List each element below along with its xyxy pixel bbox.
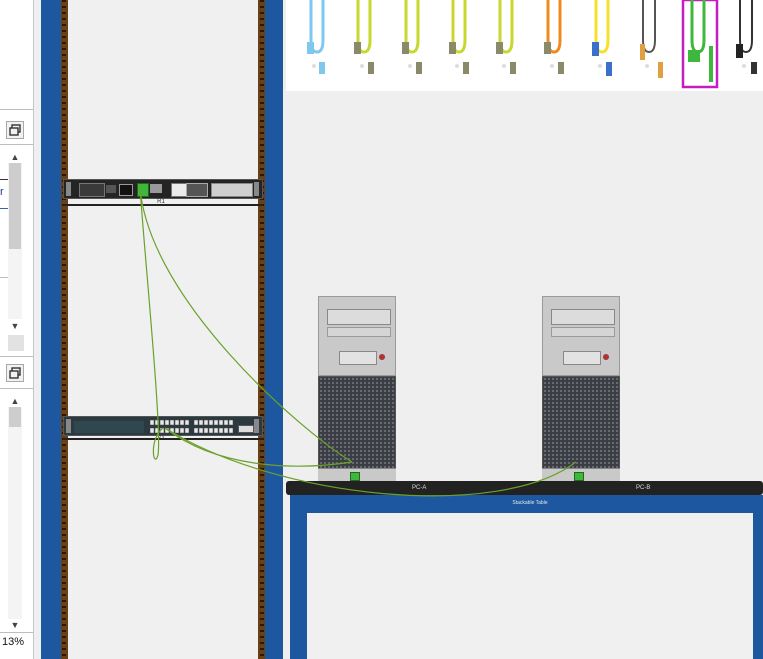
link-s1-to-pc-b <box>164 427 577 497</box>
link-s1-to-pc-a <box>164 427 353 467</box>
link-r1-to-s1 <box>139 187 164 460</box>
cable-links <box>139 187 577 497</box>
link-r1-to-pc-a <box>139 187 353 463</box>
